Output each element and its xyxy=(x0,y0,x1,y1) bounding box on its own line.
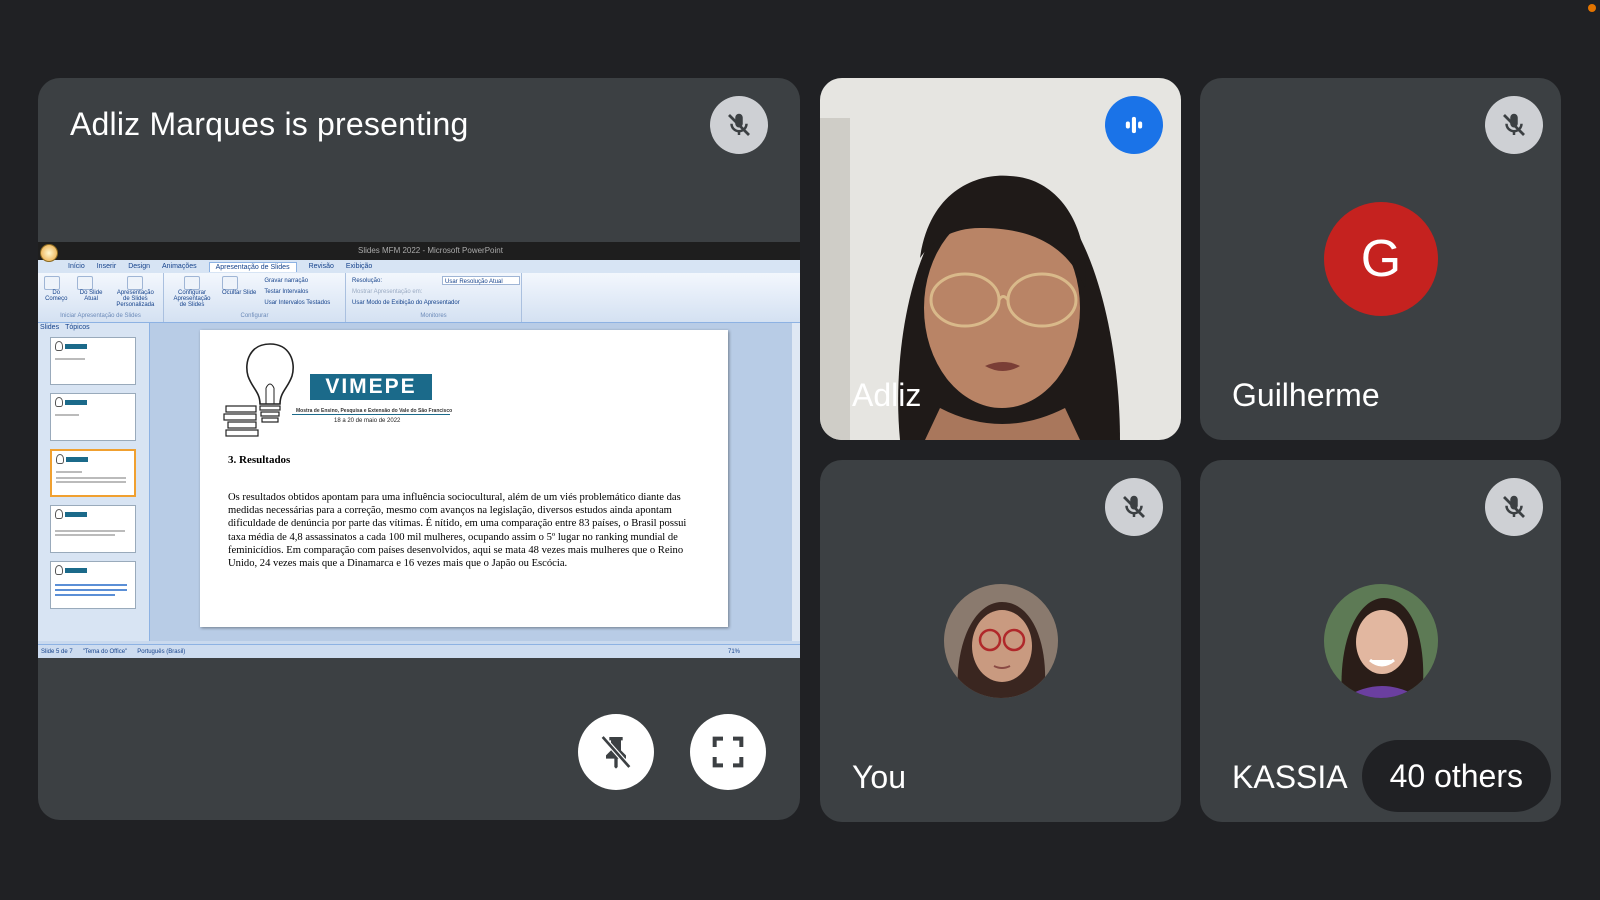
setup-show-icon[interactable] xyxy=(184,276,200,290)
lightbulb-books-icon xyxy=(223,343,294,437)
slide-thumbnails-pane: Slides Tópicos xyxy=(38,323,150,641)
current-slide[interactable]: VIMEPE Mostra de Ensino, Pesquisa e Exte… xyxy=(200,330,728,627)
participant-tile-guilherme[interactable]: G Guilherme xyxy=(1200,78,1561,440)
status-theme: "Tema do Office" xyxy=(82,648,128,655)
slide-thumbnail[interactable] xyxy=(50,393,136,441)
ppt-titlebar: Slides MFM 2022 - Microsoft PowerPoint xyxy=(38,242,800,262)
logo-rule xyxy=(292,414,450,415)
vimepe-logo: VIMEPE xyxy=(310,374,432,400)
slide-thumbnail[interactable] xyxy=(50,561,136,609)
participant-tile-kassia[interactable]: KASSIA 40 others xyxy=(1200,460,1561,822)
slide-heading: 3. Resultados xyxy=(228,454,291,466)
status-zoom[interactable]: 71% xyxy=(728,649,740,655)
ppt-tab[interactable]: Inserir xyxy=(97,263,116,270)
mic-off-icon xyxy=(710,96,768,154)
fullscreen-icon xyxy=(712,736,744,768)
mic-off-icon xyxy=(1105,478,1163,536)
slides-tab[interactable]: Slides xyxy=(40,324,59,331)
from-current-icon[interactable] xyxy=(76,276,93,290)
show-on-label: Mostrar Apresentação em: xyxy=(352,289,423,295)
ppt-ribbon: Do Começo Do Slide Atual Apresentação de… xyxy=(38,273,800,323)
slide-thumbnail[interactable] xyxy=(50,337,136,385)
avatar xyxy=(1324,584,1438,698)
ribbon-label: Do Começo xyxy=(45,290,68,302)
ppt-tab[interactable]: Design xyxy=(128,263,150,270)
rehearse-timings-button[interactable]: Testar Intervalos xyxy=(264,287,330,298)
presentation-tile[interactable]: Adliz Marques is presenting Slides MFM 2… xyxy=(38,78,800,820)
recording-indicator xyxy=(1588,4,1596,12)
ppt-workspace: Slides Tópicos VIMEPE Mostra de Ensino, … xyxy=(38,323,800,641)
fullscreen-button[interactable] xyxy=(690,714,766,790)
participant-name: Adliz xyxy=(852,377,922,413)
mic-off-icon xyxy=(1485,478,1543,536)
ribbon-caption: Configurar xyxy=(240,313,269,319)
unpin-icon xyxy=(600,735,632,769)
ppt-window-title: Slides MFM 2022 - Microsoft PowerPoint xyxy=(358,246,503,255)
participant-tile-you[interactable]: You xyxy=(820,460,1181,822)
ppt-tab[interactable]: Animações xyxy=(162,263,197,270)
unpin-button[interactable] xyxy=(578,714,654,790)
ppt-ribbon-tabs: Início Inserir Design Animações Apresent… xyxy=(38,260,800,273)
ribbon-label: Do Slide Atual xyxy=(79,290,103,302)
outline-tab[interactable]: Tópicos xyxy=(65,324,90,331)
ppt-tab[interactable]: Exibição xyxy=(346,263,372,270)
slide-thumbnail[interactable] xyxy=(50,505,136,553)
participant-name: You xyxy=(852,759,906,795)
ribbon-group-start: Do Começo Do Slide Atual Apresentação de… xyxy=(38,273,164,322)
ppt-tab[interactable]: Início xyxy=(68,263,85,270)
ribbon-group-monitors: Resolução: Mostrar Apresentação em: Usar… xyxy=(346,273,522,322)
participant-name: Guilherme xyxy=(1232,377,1380,413)
slide-thumbnail-selected[interactable] xyxy=(50,449,136,497)
participant-tile-adliz[interactable]: Adliz xyxy=(820,78,1181,440)
ribbon-label: Apresentação de Slides Personalizada xyxy=(116,290,155,308)
from-start-icon[interactable] xyxy=(44,276,60,290)
mic-off-icon xyxy=(1485,96,1543,154)
audio-level-icon xyxy=(1125,116,1143,134)
slide-body-text: Os resultados obtidos apontam para uma i… xyxy=(228,492,687,570)
use-timings-checkbox[interactable]: Usar Intervalos Testados xyxy=(264,298,330,309)
presenter-view-checkbox[interactable]: Usar Modo de Exibição do Apresentador xyxy=(352,298,515,309)
status-slide-count: Slide 5 de 7 xyxy=(41,648,73,655)
speaking-indicator xyxy=(1105,96,1163,154)
ppt-status-bar: Slide 5 de 7 "Tema do Office" Português … xyxy=(38,644,800,658)
hide-slide-icon[interactable] xyxy=(222,276,238,290)
slide-canvas: VIMEPE Mostra de Ensino, Pesquisa e Exte… xyxy=(150,323,800,641)
status-language: Português (Brasil) xyxy=(137,648,186,655)
custom-show-icon[interactable] xyxy=(127,276,144,290)
ribbon-label: Ocultar Slide xyxy=(222,290,257,296)
ribbon-caption: Iniciar Apresentação de Slides xyxy=(60,313,141,319)
shared-screen: Slides MFM 2022 - Microsoft PowerPoint I… xyxy=(38,242,800,658)
ribbon-group-setup: Configurar Apresentação de Slides Oculta… xyxy=(164,273,346,322)
resolution-select[interactable]: Usar Resolução Atual xyxy=(442,276,520,285)
others-button[interactable]: 40 others xyxy=(1361,740,1551,812)
office-button-icon[interactable] xyxy=(40,244,58,262)
vertical-scrollbar[interactable] xyxy=(792,323,800,641)
ppt-tab-active[interactable]: Apresentação de Slides xyxy=(208,261,297,272)
avatar xyxy=(944,584,1058,698)
record-narration-button[interactable]: Gravar narração xyxy=(264,276,330,287)
avatar: G xyxy=(1324,202,1438,316)
ribbon-caption: Monitores xyxy=(420,313,447,319)
presenting-title: Adliz Marques is presenting xyxy=(70,106,469,142)
logo-date: 18 a 20 de maio de 2022 xyxy=(334,418,401,424)
participant-name: KASSIA xyxy=(1232,759,1348,795)
ribbon-label: Configurar Apresentação de Slides xyxy=(173,290,211,308)
meet-stage: Adliz Marques is presenting Slides MFM 2… xyxy=(0,0,1600,900)
ppt-tab[interactable]: Revisão xyxy=(309,263,334,270)
